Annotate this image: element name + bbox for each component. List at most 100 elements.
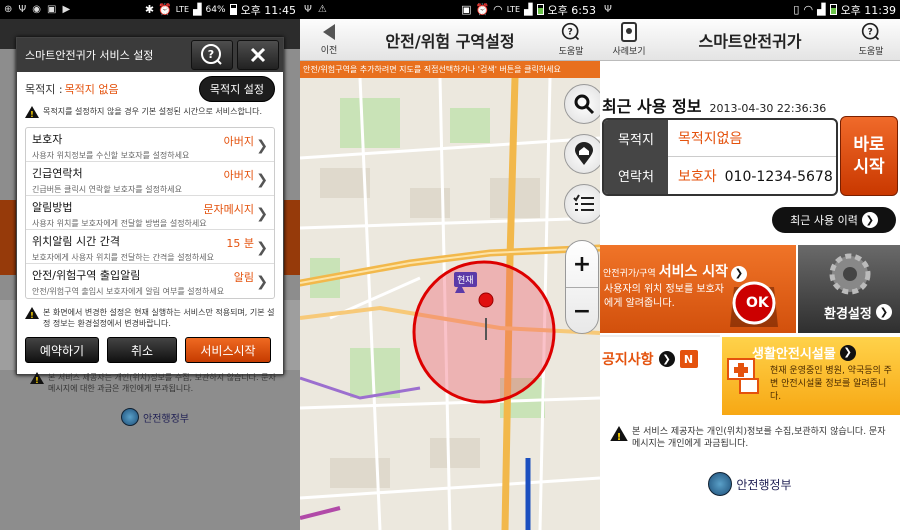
svg-text:?: ? [868, 27, 873, 38]
danger-zone-circle [412, 260, 556, 404]
chevron-right-icon: ❯ [256, 138, 268, 154]
status-time: 오후 6:53 [547, 3, 596, 17]
zoom-control: + − [565, 240, 599, 334]
svg-text:!: ! [30, 110, 34, 118]
chevron-right-icon: ❯ [256, 240, 268, 256]
usb-icon: Ψ [604, 4, 612, 15]
help-button[interactable]: ? [191, 40, 233, 70]
setting-emergency-contact[interactable]: 긴급연락처 긴급버튼 클릭시 연락할 보호자를 설정하세요 아버지 ❯ [26, 162, 274, 196]
gear-icon [829, 253, 871, 295]
search-icon [574, 94, 595, 115]
wifi-icon: ◠ [493, 3, 503, 16]
cases-label: 사례보기 [612, 47, 646, 57]
svg-text:!: ! [30, 311, 34, 319]
my-location-button[interactable] [564, 134, 600, 174]
recent-info-card: 목적지 목적지없음 연락처 보호자 010-1234-5678 [602, 118, 838, 196]
set-destination-button[interactable]: 목적지 설정 [198, 76, 275, 102]
chevron-right-icon: ❯ [256, 172, 268, 188]
setting-value: 문자메시지 [203, 203, 254, 216]
page-title: 스마트안전귀가 [698, 31, 802, 51]
current-location-label: 현재 [454, 272, 477, 287]
map-view[interactable]: 현재 + − [300, 78, 600, 530]
chevron-right-icon: ❯ [861, 212, 878, 228]
close-icon [250, 47, 266, 63]
back-arrow-icon [323, 24, 335, 40]
bluetooth-icon: ✱ [144, 3, 155, 16]
help-icon: ? [861, 22, 880, 41]
quick-start-button[interactable]: 바로 시작 [840, 116, 898, 196]
back-button[interactable]: 이전 [300, 19, 358, 61]
settings-dialog-screen: ⊕ Ψ ◉ ▣ ▶ ✱ ⏰ LTE ▟ 64% 오후 11:45 스마트안전귀가 서비스 설정 ?… [0, 0, 300, 530]
page-title: 안전/위험 구역설정 [385, 31, 515, 51]
recent-info-title: 최근 사용 정보 [602, 97, 702, 116]
footer-note-text: 본 서비스 제공자는 개인(위치)정보를 수집,보관하지 않습니다. 문자메시지… [632, 427, 886, 449]
footer: ! 본 서비스 제공자는 개인(위치)정보를 수집, 보관하지 않습니다. 문자… [30, 372, 280, 426]
quick-start-line2: 시작 [853, 157, 885, 177]
status-time: 오후 11:45 [240, 3, 296, 17]
chevron-right-icon: ❯ [839, 344, 856, 361]
zoom-out-button[interactable]: − [566, 288, 598, 335]
status-bar: ⊕ Ψ ◉ ▣ ▶ ✱ ⏰ LTE ▟ 64% 오후 11:45 [0, 0, 300, 19]
destination-label: 목적지 [604, 120, 668, 157]
footer-note: ! 본 서비스 제공자는 개인(위치)정보를 수집, 보관하지 않습니다. 문자… [30, 372, 280, 394]
service-start-tile[interactable]: 안전귀가/구역 서비스 시작 ❯ 사용자의 위치 정보를 보호자에게 알려줍니다… [600, 245, 796, 333]
usb-icon: Ψ [304, 4, 312, 15]
alarm-icon: ⏰ [158, 3, 172, 16]
facility-heading: 생활안전시설물 ❯ [752, 343, 856, 362]
settings-scope-note-text: 본 화면에서 변경한 설정은 현재 실행하는 서비스만 적용되며, 기본 설정 … [43, 308, 275, 328]
start-service-button[interactable]: 서비스시작 [185, 337, 271, 363]
setting-subtitle: 안전/위험구역 출입시 보호자에게 알림 여부를 설정하세요 [32, 287, 225, 296]
reserve-button[interactable]: 예약하기 [25, 337, 99, 363]
help-label: 도움말 [858, 47, 884, 57]
contact-name: 보호자 [678, 168, 717, 185]
help-button[interactable]: ? 도움말 [542, 19, 600, 61]
notice-label: 공지사항 [602, 352, 654, 368]
notice-heading: 공지사항 ❯ N [602, 349, 698, 369]
zone-list-button[interactable] [564, 184, 600, 224]
help-icon: ? [561, 22, 580, 41]
warning-icon: ! [610, 426, 628, 441]
list-icon [573, 194, 594, 211]
svg-text:!: ! [617, 432, 622, 441]
close-button[interactable] [237, 40, 279, 70]
contact-label: 연락처 [604, 157, 668, 194]
cancel-button[interactable]: 취소 [107, 337, 177, 363]
setting-zone-alert[interactable]: 안전/위험구역 출입알림 안전/위험구역 출입시 보호자에게 알림 여부를 설정하… [26, 264, 274, 298]
help-button[interactable]: ? 도움말 [842, 19, 900, 61]
destination-value: 목적지 없음 [64, 83, 119, 96]
location-icon: ◉ [32, 4, 41, 15]
setting-notify-method[interactable]: 알림방법 사용자 위치를 보호자에게 전달할 방법을 설정하세요 문자메시지 ❯ [26, 196, 274, 230]
setting-value: 아버지 [223, 135, 254, 148]
instruction-banner: 안전/위험구역을 추가하려면 지도를 직접선택하거나 '검색' 버튼을 클릭하세… [300, 61, 600, 78]
status-time: 오후 11:39 [840, 3, 896, 17]
notice-tile[interactable]: 공지사항 ❯ N [600, 335, 720, 415]
setting-guardian[interactable]: 보호자 사용자 위치정보를 수신할 보호자를 설정하세요 아버지 ❯ [26, 128, 274, 162]
footer-note: ! 본 서비스 제공자는 개인(위치)정보를 수집,보관하지 않습니다. 문자메… [602, 426, 898, 450]
setting-value: 아버지 [223, 169, 254, 182]
battery-icon [229, 4, 237, 15]
svg-text:!: ! [35, 376, 39, 384]
history-button[interactable]: 최근 사용 이력 ❯ [772, 207, 896, 233]
svg-text:?: ? [208, 48, 214, 61]
zoom-in-button[interactable]: + [566, 241, 598, 288]
photo-icon: ▣ [47, 4, 57, 15]
setting-interval[interactable]: 위치알림 시간 간격 보호자에게 사용자 위치를 전달하는 간격을 설정하세요 15… [26, 230, 274, 264]
settings-tile[interactable]: 환경설정 ❯ [798, 245, 900, 333]
facility-desc: 현재 운영중인 병원, 약국등의 주변 안전시설물 정보를 알려줍니다. [770, 366, 892, 402]
history-label: 최근 사용 이력 [790, 214, 858, 227]
chevron-right-icon: ❯ [256, 274, 268, 290]
cases-button[interactable]: 사례보기 [600, 19, 658, 61]
facility-title: 생활안전시설물 [752, 347, 836, 362]
recent-info-header: 최근 사용 정보 2013-04-30 22:36:36 [600, 93, 900, 117]
footer-note-text: 본 서비스 제공자는 개인(위치)정보를 수집, 보관하지 않습니다. 문자메시… [48, 373, 276, 393]
service-title-small: 안전귀가/구역 [603, 269, 656, 279]
play-icon: ▶ [62, 4, 71, 15]
setting-subtitle: 사용자 위치를 보호자에게 전달할 방법을 설정하세요 [32, 219, 207, 228]
search-button[interactable] [564, 84, 600, 124]
setting-subtitle: 긴급버튼 클릭시 연락할 보호자를 설정하세요 [32, 185, 183, 194]
notification-icon: ⊕ [4, 4, 13, 15]
contact-value: 보호자 010-1234-5678 [668, 166, 833, 186]
settings-list: 보호자 사용자 위치정보를 수신할 보호자를 설정하세요 아버지 ❯ 긴급연락처 긴급버… [25, 127, 275, 299]
status-bar: Ψ ▯ ◠ ▟ 오후 11:39 [600, 0, 900, 19]
facility-tile[interactable]: 생활안전시설물 ❯ 현재 운영중인 병원, 약국등의 주변 안전시설물 정보를 … [722, 337, 900, 415]
